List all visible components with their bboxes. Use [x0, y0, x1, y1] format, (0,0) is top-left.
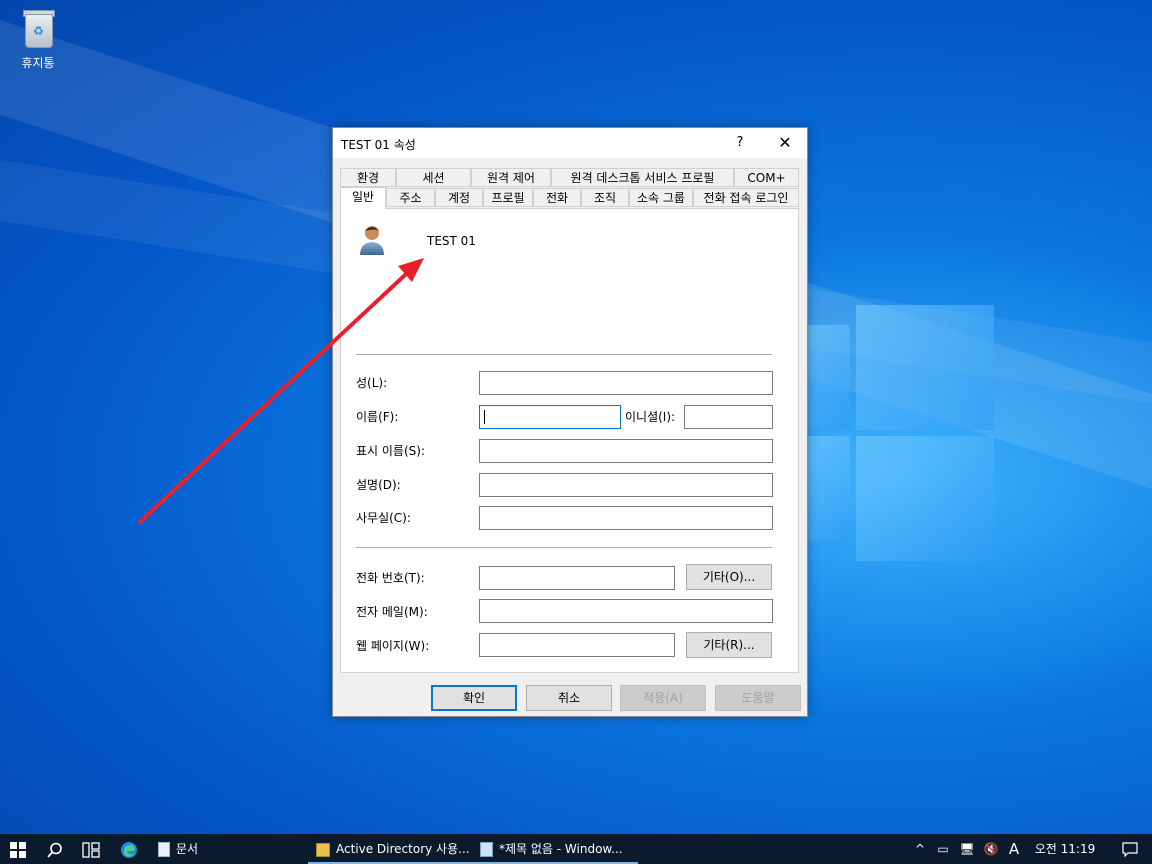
- ime-indicator[interactable]: A: [1006, 834, 1022, 864]
- taskbar-app-label: Active Directory 사용...: [336, 842, 470, 856]
- task-view-icon: [82, 841, 100, 858]
- network-icon[interactable]: 🖥: [958, 834, 976, 864]
- taskbar-docs[interactable]: 문서: [150, 834, 218, 864]
- taskbar-docs-label: 문서: [176, 842, 199, 856]
- taskbar-app-label: *제목 없음 - Window...: [499, 842, 623, 856]
- edge-button[interactable]: [112, 834, 146, 864]
- search-icon: [47, 842, 62, 858]
- task-view-button[interactable]: [74, 834, 108, 864]
- document-icon: [158, 842, 170, 857]
- clock[interactable]: 오전 11:19: [1030, 834, 1100, 864]
- chevron-up-icon[interactable]: ^: [912, 834, 928, 864]
- taskbar-app-notepad[interactable]: *제목 없음 - Window...: [472, 834, 638, 864]
- taskbar-app-active-directory[interactable]: Active Directory 사용...: [308, 834, 476, 864]
- notification-icon: [1122, 842, 1138, 858]
- volume-muted-icon[interactable]: 🔇: [982, 834, 1000, 864]
- notepad-icon: [480, 842, 493, 857]
- action-center-button[interactable]: [1110, 834, 1150, 864]
- start-button[interactable]: [0, 834, 36, 864]
- windows-start-icon: [10, 841, 26, 858]
- annotation-arrow: [138, 258, 424, 524]
- battery-icon[interactable]: ▭: [934, 834, 952, 864]
- tab-general[interactable]: 일반: [340, 187, 386, 209]
- search-button[interactable]: [38, 834, 72, 864]
- edge-browser-icon: [121, 841, 137, 858]
- active-directory-icon: [316, 842, 330, 857]
- taskbar: 문서 Active Directory 사용... *제목 없음 - Windo…: [0, 834, 1152, 864]
